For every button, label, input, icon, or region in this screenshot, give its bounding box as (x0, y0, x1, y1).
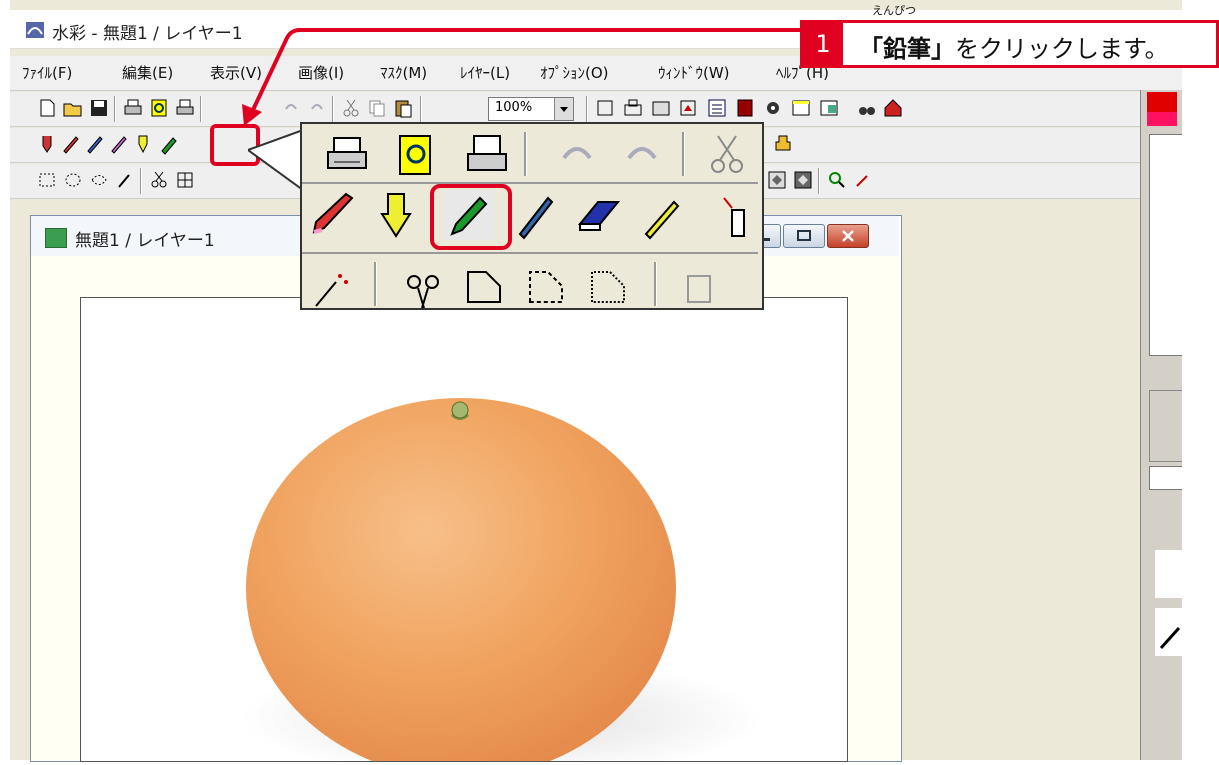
spray-icon[interactable] (702, 190, 752, 240)
foreground-color-swatch[interactable] (1147, 92, 1177, 112)
merge-select-icon[interactable] (678, 262, 728, 312)
print-setup-icon[interactable] (462, 130, 512, 180)
brush-size-panel[interactable] (1155, 550, 1185, 598)
right-margin (1182, 0, 1219, 760)
redo-icon[interactable] (617, 130, 667, 180)
close-button[interactable] (827, 224, 869, 248)
step-number: 1 (803, 23, 843, 65)
popup-row-select (302, 256, 758, 314)
eraser-icon[interactable] (574, 190, 624, 240)
magic-wand-icon[interactable] (114, 169, 136, 191)
instruction-text: 「鉛筆」をクリックします。 (859, 29, 1169, 64)
open-icon[interactable] (62, 97, 84, 119)
rect-select-icon[interactable] (36, 169, 58, 191)
popup-row-tools (302, 184, 758, 250)
stamp-icon[interactable] (132, 133, 154, 155)
maximize-button[interactable] (783, 224, 825, 248)
callout-arrow (242, 28, 800, 126)
pen-icon[interactable] (512, 190, 562, 240)
zoom-tool-icon[interactable] (826, 169, 848, 191)
pencil-icon[interactable] (444, 190, 494, 240)
mask-icon[interactable] (766, 169, 788, 191)
palette-panel (1149, 390, 1185, 462)
popup-pointer (248, 130, 304, 192)
background-color-swatch[interactable] (1147, 112, 1177, 126)
brush-icon[interactable] (60, 133, 82, 155)
new-icon[interactable] (36, 97, 58, 119)
scissors-icon[interactable] (398, 262, 448, 312)
instruction-callout: 1 「鉛筆」をクリックします。 (800, 20, 1219, 68)
instruction-target: 「鉛筆」 (859, 35, 955, 63)
instruction-rest: をクリックします。 (955, 35, 1169, 63)
right-dock-panel (1140, 90, 1185, 760)
stamp-tool-icon[interactable] (772, 133, 794, 155)
stamp-icon[interactable] (372, 190, 422, 240)
scissors-icon[interactable] (148, 169, 170, 191)
ellipse-select-icon[interactable] (62, 169, 84, 191)
orange-image (241, 398, 761, 765)
binoculars-icon[interactable] (856, 97, 878, 119)
palette-button[interactable] (1149, 466, 1185, 490)
watercolor-icon[interactable] (108, 133, 130, 155)
transform-icon[interactable] (174, 169, 196, 191)
pencil-toolbar-icon[interactable] (158, 133, 180, 155)
print-icon[interactable] (122, 97, 144, 119)
brush-preview-panel (1155, 608, 1185, 656)
popup-divider (302, 182, 758, 184)
print-setup-icon[interactable] (174, 97, 196, 119)
palette-window-icon[interactable] (818, 97, 840, 119)
lasso-icon[interactable] (88, 169, 110, 191)
paste-select-icon[interactable] (584, 262, 634, 312)
menu-file[interactable]: ﾌｧｲﾙ(F) (22, 62, 72, 83)
cut-icon[interactable] (702, 130, 752, 180)
home-icon[interactable] (882, 97, 904, 119)
print-preview-icon[interactable] (148, 97, 170, 119)
undo-icon[interactable] (552, 130, 602, 180)
copy-select-icon[interactable] (522, 262, 572, 312)
drawing-canvas[interactable] (80, 297, 848, 765)
transform-select-icon[interactable] (460, 262, 510, 312)
document-icon (45, 228, 67, 248)
app-logo-icon (26, 22, 44, 38)
fill-bucket-icon[interactable] (36, 133, 58, 155)
magic-wand-icon[interactable] (308, 262, 358, 312)
layer-list-panel[interactable] (1149, 134, 1185, 356)
zoom-popup (300, 122, 764, 310)
dropper-brush-icon[interactable] (638, 190, 688, 240)
print-preview-icon[interactable] (392, 130, 442, 180)
document-title: 無題1 / レイヤー1 (75, 231, 215, 251)
window-title: 水彩 - 無題1 / レイヤー1 (52, 24, 243, 44)
brush-icon[interactable] (308, 190, 358, 240)
print-icon[interactable] (322, 130, 372, 180)
callout-ruby: えんぴつ (872, 4, 916, 17)
airbrush-icon[interactable] (84, 133, 106, 155)
save-icon[interactable] (88, 97, 110, 119)
mask-invert-icon[interactable] (792, 169, 814, 191)
menu-edit[interactable]: 編集(E) (122, 62, 173, 83)
popup-divider-2 (302, 252, 758, 254)
eyedropper-icon[interactable] (852, 169, 874, 191)
